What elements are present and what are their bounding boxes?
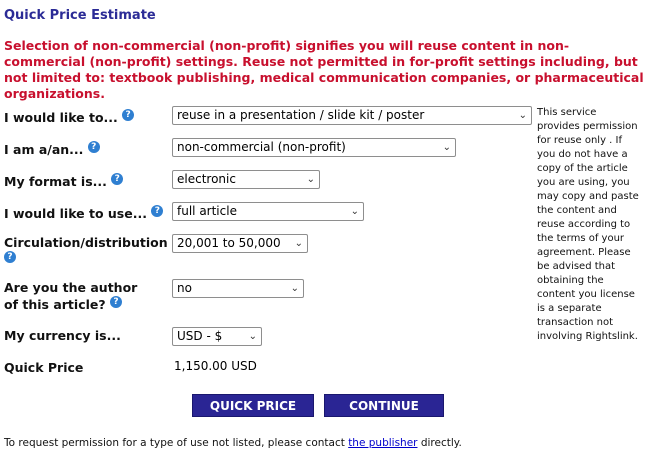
requestor-select[interactable]: non-commercial (non-profit) ⌄ (172, 138, 456, 157)
service-note: This service provides permission for reu… (537, 107, 639, 342)
help-icon[interactable]: ? (87, 141, 100, 153)
portion-select-value: full article (177, 204, 237, 218)
format-label: My format is... ? (4, 173, 124, 190)
currency-select[interactable]: USD - $ ⌄ (172, 327, 262, 346)
requestor-select-value: non-commercial (non-profit) (177, 140, 346, 154)
chevron-down-icon: ⌄ (518, 110, 527, 121)
continue-button[interactable]: CONTINUE (324, 394, 444, 417)
format-select[interactable]: electronic ⌄ (172, 170, 320, 189)
circulation-select-value: 20,001 to 50,000 (177, 236, 281, 250)
circulation-label-text: Circulation/distribution (4, 235, 168, 250)
portion-label: I would like to use... ? (4, 205, 164, 222)
quick-price-label-text: Quick Price (4, 360, 84, 375)
format-label-text: My format is... (4, 174, 107, 189)
author-label: Are you the author of this article? ? (4, 279, 137, 313)
currency-label: My currency is... (4, 327, 121, 344)
currency-label-text: My currency is... (4, 328, 121, 343)
footer-suffix: directly. (420, 437, 462, 449)
author-label-line2: of this article? (4, 297, 106, 312)
chevron-down-icon: ⌄ (290, 283, 299, 294)
requestor-label: I am a/an... ? (4, 141, 100, 158)
footer-prefix: To request permission for a type of use … (4, 437, 345, 449)
footer-note: To request permission for a type of use … (4, 437, 462, 449)
page-title: Quick Price Estimate (4, 8, 156, 23)
chevron-down-icon: ⌄ (248, 331, 257, 342)
help-icon[interactable]: ? (109, 296, 122, 308)
use-select-value: reuse in a presentation / slide kit / po… (177, 108, 425, 122)
chevron-down-icon: ⌄ (350, 206, 359, 217)
non-commercial-warning: Selection of non-commercial (non-profit)… (4, 38, 644, 101)
circulation-select[interactable]: 20,001 to 50,000 ⌄ (172, 234, 308, 253)
chevron-down-icon: ⌄ (442, 142, 451, 153)
quick-price-button[interactable]: QUICK PRICE (192, 394, 314, 417)
chevron-down-icon: ⌄ (306, 174, 315, 185)
quick-price-value: 1,150.00 USD (174, 359, 257, 373)
circulation-label: Circulation/distribution ? (4, 234, 168, 268)
help-icon[interactable]: ? (151, 205, 164, 217)
use-label-text: I would like to... (4, 110, 118, 125)
use-label: I would like to... ? (4, 109, 135, 126)
use-select[interactable]: reuse in a presentation / slide kit / po… (172, 106, 532, 125)
publisher-link[interactable]: the publisher (348, 437, 417, 449)
help-icon[interactable]: ? (122, 109, 135, 121)
portion-label-text: I would like to use... (4, 206, 147, 221)
help-icon[interactable]: ? (111, 173, 124, 185)
portion-select[interactable]: full article ⌄ (172, 202, 364, 221)
requestor-label-text: I am a/an... (4, 142, 84, 157)
help-icon[interactable]: ? (4, 251, 16, 263)
author-select[interactable]: no ⌄ (172, 279, 304, 298)
author-select-value: no (177, 281, 192, 295)
format-select-value: electronic (177, 172, 236, 186)
chevron-down-icon: ⌄ (294, 238, 303, 249)
currency-select-value: USD - $ (177, 329, 223, 343)
quick-price-label: Quick Price (4, 359, 83, 376)
author-label-line1: Are you the author (4, 280, 138, 295)
